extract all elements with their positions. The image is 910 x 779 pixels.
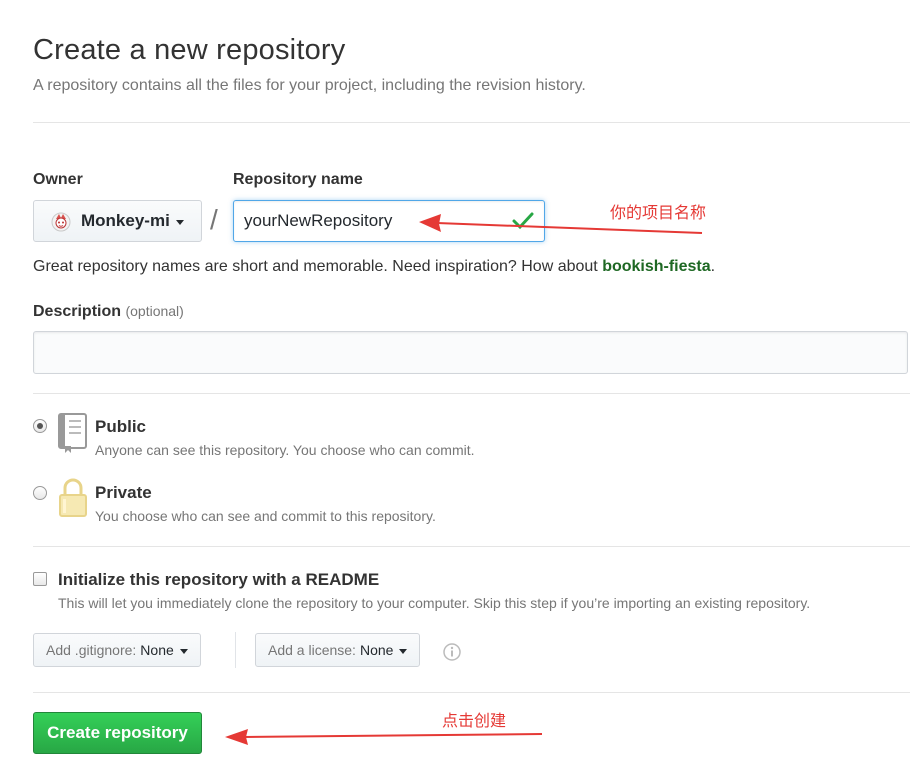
public-option-title: Public <box>95 417 147 436</box>
divider <box>33 692 910 693</box>
gitignore-select-button[interactable]: Add .gitignore: None <box>33 633 201 667</box>
arrow-left-icon <box>419 214 703 234</box>
private-option-description: You choose who can see and commit to thi… <box>95 508 436 524</box>
private-radio[interactable] <box>33 486 47 500</box>
private-option-title: Private <box>95 483 152 502</box>
vertical-divider <box>235 632 236 668</box>
divider <box>33 546 910 547</box>
lock-icon <box>59 478 87 517</box>
readme-checkbox[interactable] <box>33 572 47 586</box>
owner-name: Monkey-mi <box>81 211 170 230</box>
page-subtitle: A repository contains all the files for … <box>33 77 586 94</box>
owner-select-button[interactable]: Monkey-mi <box>33 200 202 242</box>
readme-option-title: Initialize this repository with a README <box>58 570 380 589</box>
chevron-down-icon <box>399 648 408 654</box>
chevron-down-icon <box>179 648 188 654</box>
public-radio[interactable] <box>33 419 47 433</box>
gitignore-value: None <box>140 642 174 658</box>
owner-label: Owner <box>33 171 83 188</box>
gitignore-label: Add .gitignore: <box>46 642 137 658</box>
info-icon[interactable] <box>443 643 461 661</box>
chevron-down-icon <box>175 219 184 225</box>
license-label: Add a license: <box>268 642 356 658</box>
divider <box>33 393 910 394</box>
license-value: None <box>359 642 394 658</box>
name-suggestion-hint: Great repository names are short and mem… <box>33 258 716 275</box>
public-option-description: Anyone can see this repository. You choo… <box>95 442 475 458</box>
arrow-left-icon <box>225 729 543 745</box>
description-label: Description (optional) <box>33 303 184 320</box>
readme-option-description: This will let you immediately clone the … <box>58 595 811 611</box>
create-repository-button[interactable]: Create repository <box>33 712 202 754</box>
divider <box>33 122 910 123</box>
owner-avatar-icon <box>51 212 71 232</box>
page-title: Create a new repository <box>33 34 346 66</box>
owner-repo-separator: / <box>210 204 218 235</box>
repo-book-icon <box>58 413 87 453</box>
license-select-button[interactable]: Add a license: None <box>255 633 421 667</box>
optional-tag: (optional) <box>125 303 184 319</box>
description-input[interactable] <box>33 331 908 374</box>
repo-name-label: Repository name <box>233 171 363 188</box>
suggested-name-link[interactable]: bookish-fiesta <box>602 258 710 275</box>
